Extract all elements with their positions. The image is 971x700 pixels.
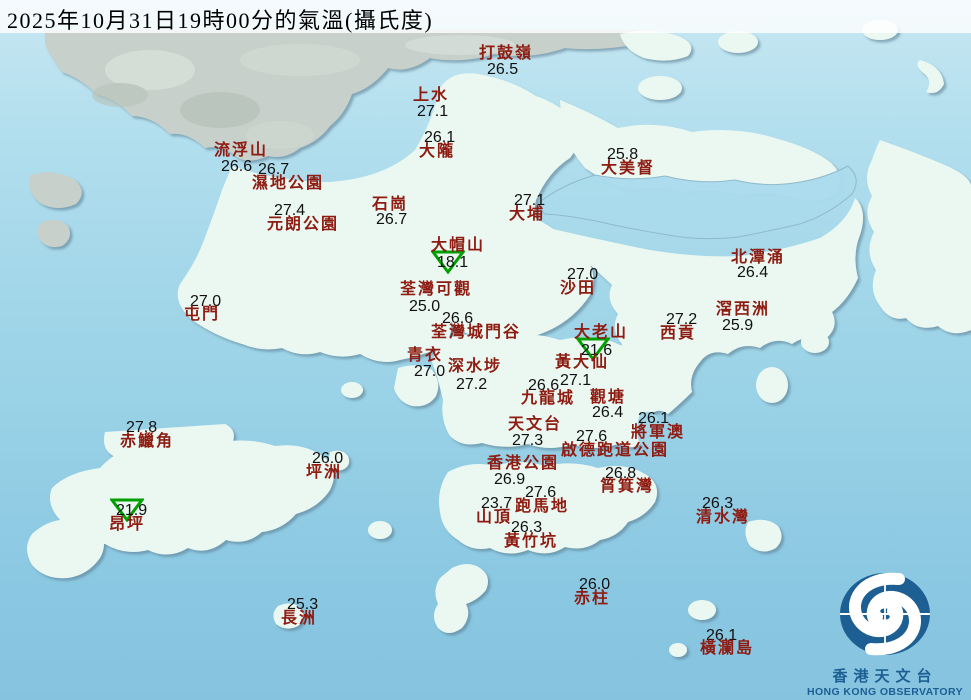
station-name: 山頂 [476,510,512,526]
station-name: 長洲 [281,611,317,627]
station-name: 天文台 [508,417,562,433]
station-value: 26.5 [487,62,518,77]
mirs-bay-island [638,76,682,100]
title-bar: 2025年10月31日19時00分的氣溫(攝氏度) [0,0,971,33]
logo-crosshair-vertical [884,575,886,653]
station-name: 青衣 [407,348,443,364]
crescent-island [917,60,944,93]
station-name: 大帽山 [431,238,485,254]
station-name: 沙田 [560,281,596,297]
station-name: 啟德跑道公園 [561,443,669,459]
station-name: 打鼓嶺 [479,46,533,62]
station-name: 北潭涌 [731,250,785,266]
small-island [341,382,363,398]
station-name: 屯門 [184,307,220,323]
mirs-bay-island [620,30,691,60]
station-name: 清水灣 [696,510,750,526]
station-name: 石崗 [372,197,408,213]
waglan-island [669,643,687,657]
station-name: 昂坪 [109,517,145,533]
station-name: 滘西洲 [716,302,770,318]
station-value: 26.9 [494,472,525,487]
small-island [368,521,392,539]
lamma-island [434,564,488,633]
station-name: 九龍城 [521,391,575,407]
station-value: 27.1 [560,373,591,388]
lantau-southwest [27,518,104,578]
station-name: 赤鱲角 [120,434,174,450]
station-name: 橫瀾島 [700,641,754,657]
station-name: 黃竹坑 [504,534,558,550]
station-value: 26.6 [221,159,252,174]
station-value: 27.2 [456,377,487,392]
station-value: 18.1 [437,255,468,270]
hko-temperature-map-screen: 2025年10月31日19時00分的氣溫(攝氏度) 26.5打鼓嶺27.1上水2… [0,0,971,700]
station-name: 跑馬地 [515,499,569,515]
station-name: 將軍澳 [631,425,685,441]
station-name: 香港公園 [487,456,559,472]
hko-logo-chinese-text: 香港天文台 [805,665,965,686]
station-name: 元朗公園 [267,217,339,233]
station-name: 坪洲 [306,465,342,481]
station-name: 大老山 [574,325,628,341]
small-island [756,367,788,403]
station-name: 赤柱 [574,591,610,607]
tung-lung-island [745,520,781,552]
east-shore [867,140,971,333]
station-name: 西貢 [660,326,696,342]
station-name: 濕地公園 [252,176,324,192]
station-value: 27.0 [414,364,445,379]
station-value: 27.1 [417,104,448,119]
station-value: 25.9 [722,318,753,333]
station-value: 27.3 [512,433,543,448]
station-value: 26.4 [592,405,623,420]
station-name: 深水埗 [448,359,502,375]
small-island [801,331,829,353]
map-title: 2025年10月31日19時00分的氣溫(攝氏度) [7,3,433,35]
hko-logo: 香港天文台 HONG KONG OBSERVATORY [805,572,965,698]
station-name: 流浮山 [214,143,268,159]
station-name: 大隴 [419,144,455,160]
station-name: 大美督 [601,161,655,177]
station-name: 筲箕灣 [600,479,654,495]
station-name: 上水 [413,88,449,104]
station-name: 觀塘 [590,390,626,406]
station-name: 荃灣可觀 [400,282,472,298]
hko-logo-icon [837,572,933,658]
station-value: 26.7 [376,212,407,227]
po-toi-island [688,600,716,620]
mirs-bay-island [718,31,758,53]
station-value: 26.4 [737,265,768,280]
station-name: 黃大仙 [555,355,609,371]
hko-logo-english-text: HONG KONG OBSERVATORY [805,686,965,698]
station-name: 大埔 [509,207,545,223]
station-name: 荃灣城門谷 [431,325,521,341]
station-value: 25.0 [409,299,440,314]
